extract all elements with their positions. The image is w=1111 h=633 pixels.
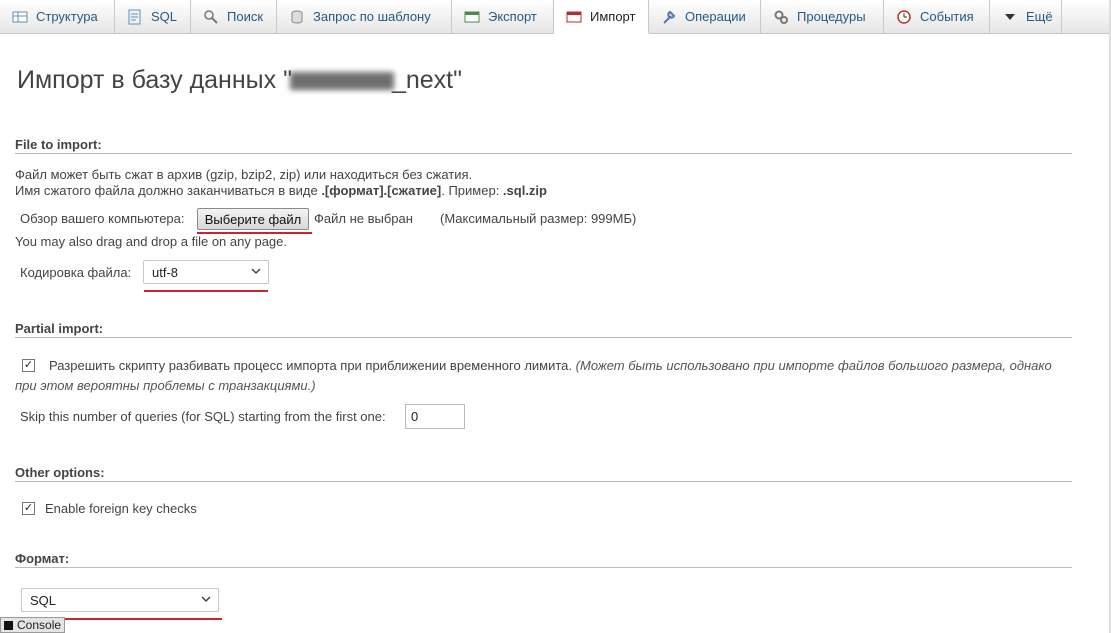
- other-options-heading: Other options:: [15, 465, 105, 480]
- partial-import-heading: Partial import:: [15, 321, 104, 336]
- divider: [15, 337, 1072, 338]
- charset-value: utf-8: [152, 264, 179, 280]
- example-ext: .sql.zip: [502, 183, 547, 198]
- export-icon: [464, 9, 480, 25]
- console-toggle[interactable]: Console: [0, 617, 66, 633]
- tab-label: Структура: [36, 9, 98, 24]
- import-icon: [566, 9, 582, 25]
- tab-more[interactable]: Ещё: [990, 0, 1062, 33]
- highlight-underline: [144, 290, 268, 292]
- divider: [15, 567, 1072, 568]
- chevron-down-icon: [1002, 9, 1018, 25]
- format-select[interactable]: SQL: [21, 588, 219, 612]
- tab-label: Процедуры: [797, 9, 866, 24]
- title-suffix: _next": [391, 66, 463, 94]
- format-value: SQL: [30, 592, 57, 608]
- tab-routines[interactable]: Процедуры: [761, 0, 884, 33]
- chevron-down-icon: [251, 265, 261, 280]
- example-format: .[формат].[сжатие]: [321, 183, 442, 198]
- fk-checks-checkbox[interactable]: ✓: [22, 502, 35, 515]
- tab-label: SQL: [151, 9, 178, 24]
- fk-checks-label: Enable foreign key checks: [45, 501, 197, 516]
- no-file-text: Файл не выбран: [314, 211, 413, 226]
- console-label: Console: [17, 618, 62, 632]
- file-import-heading: File to import:: [15, 137, 102, 152]
- console-icon: [4, 620, 13, 630]
- tab-import[interactable]: Импорт: [554, 0, 649, 34]
- chevron-down-icon: [201, 593, 211, 608]
- tab-operations[interactable]: Операции: [649, 0, 761, 33]
- structure-icon: [12, 9, 28, 25]
- compression-info: Файл может быть сжат в архив (gzip, bzip…: [15, 167, 473, 182]
- choose-file-button[interactable]: Выберите файл: [197, 208, 309, 230]
- skip-queries-label: Skip this number of queries (for SQL) st…: [20, 409, 386, 424]
- wrench-icon: [661, 9, 677, 25]
- compression-example: Имя сжатого файла должно заканчиваться в…: [15, 183, 547, 198]
- example-text: Имя сжатого файла должно заканчиваться в…: [15, 183, 322, 198]
- tab-structure[interactable]: Структура: [0, 0, 115, 33]
- page-title: Импорт в базу данных " _next": [17, 66, 462, 95]
- max-size-text: (Максимальный размер: 999МБ): [440, 211, 637, 226]
- allow-interrupt-note: (Может быть использовано при импорте фай…: [575, 358, 1052, 373]
- title-prefix: Импорт в базу данных ": [17, 66, 292, 94]
- tab-label: Запрос по шаблону: [313, 9, 431, 24]
- search-icon: [203, 9, 219, 25]
- format-heading: Формат:: [15, 551, 70, 566]
- divider: [15, 481, 1072, 482]
- skip-queries-input[interactable]: 0: [405, 404, 465, 429]
- drag-hint: You may also drag and drop a file on any…: [15, 234, 287, 249]
- query-icon: [289, 9, 305, 25]
- allow-interrupt-note-cont: при этом вероятны проблемы с транзакциям…: [15, 378, 316, 393]
- example-text: . Пример:: [441, 183, 503, 198]
- redacted-db-name: [289, 72, 394, 91]
- sql-icon: [127, 9, 143, 25]
- charset-select[interactable]: utf-8: [143, 260, 269, 284]
- charset-label: Кодировка файла:: [20, 265, 132, 280]
- tab-label: Операции: [685, 9, 746, 24]
- tab-label: Импорт: [590, 9, 636, 24]
- browse-label: Обзор вашего компьютера:: [20, 211, 185, 226]
- divider: [15, 153, 1072, 154]
- tab-bar: Структура SQL Поиск Запрос по шаблону Эк…: [0, 0, 1111, 34]
- allow-interrupt-checkbox[interactable]: ✓: [22, 359, 35, 372]
- tab-query[interactable]: Запрос по шаблону: [277, 0, 452, 33]
- tab-sql[interactable]: SQL: [115, 0, 191, 33]
- tab-events[interactable]: События: [884, 0, 990, 33]
- allow-interrupt-label: Разрешить скрипту разбивать процесс импо…: [49, 358, 1052, 373]
- clock-icon: [896, 9, 912, 25]
- tab-label: Экспорт: [488, 9, 537, 24]
- tab-label: Поиск: [227, 9, 264, 24]
- tab-label: События: [920, 9, 974, 24]
- tab-export[interactable]: Экспорт: [452, 0, 554, 33]
- allow-interrupt-text: Разрешить скрипту разбивать процесс импо…: [49, 358, 573, 373]
- routines-icon: [773, 9, 789, 25]
- tab-label: Ещё: [1026, 9, 1053, 24]
- tab-search[interactable]: Поиск: [191, 0, 277, 33]
